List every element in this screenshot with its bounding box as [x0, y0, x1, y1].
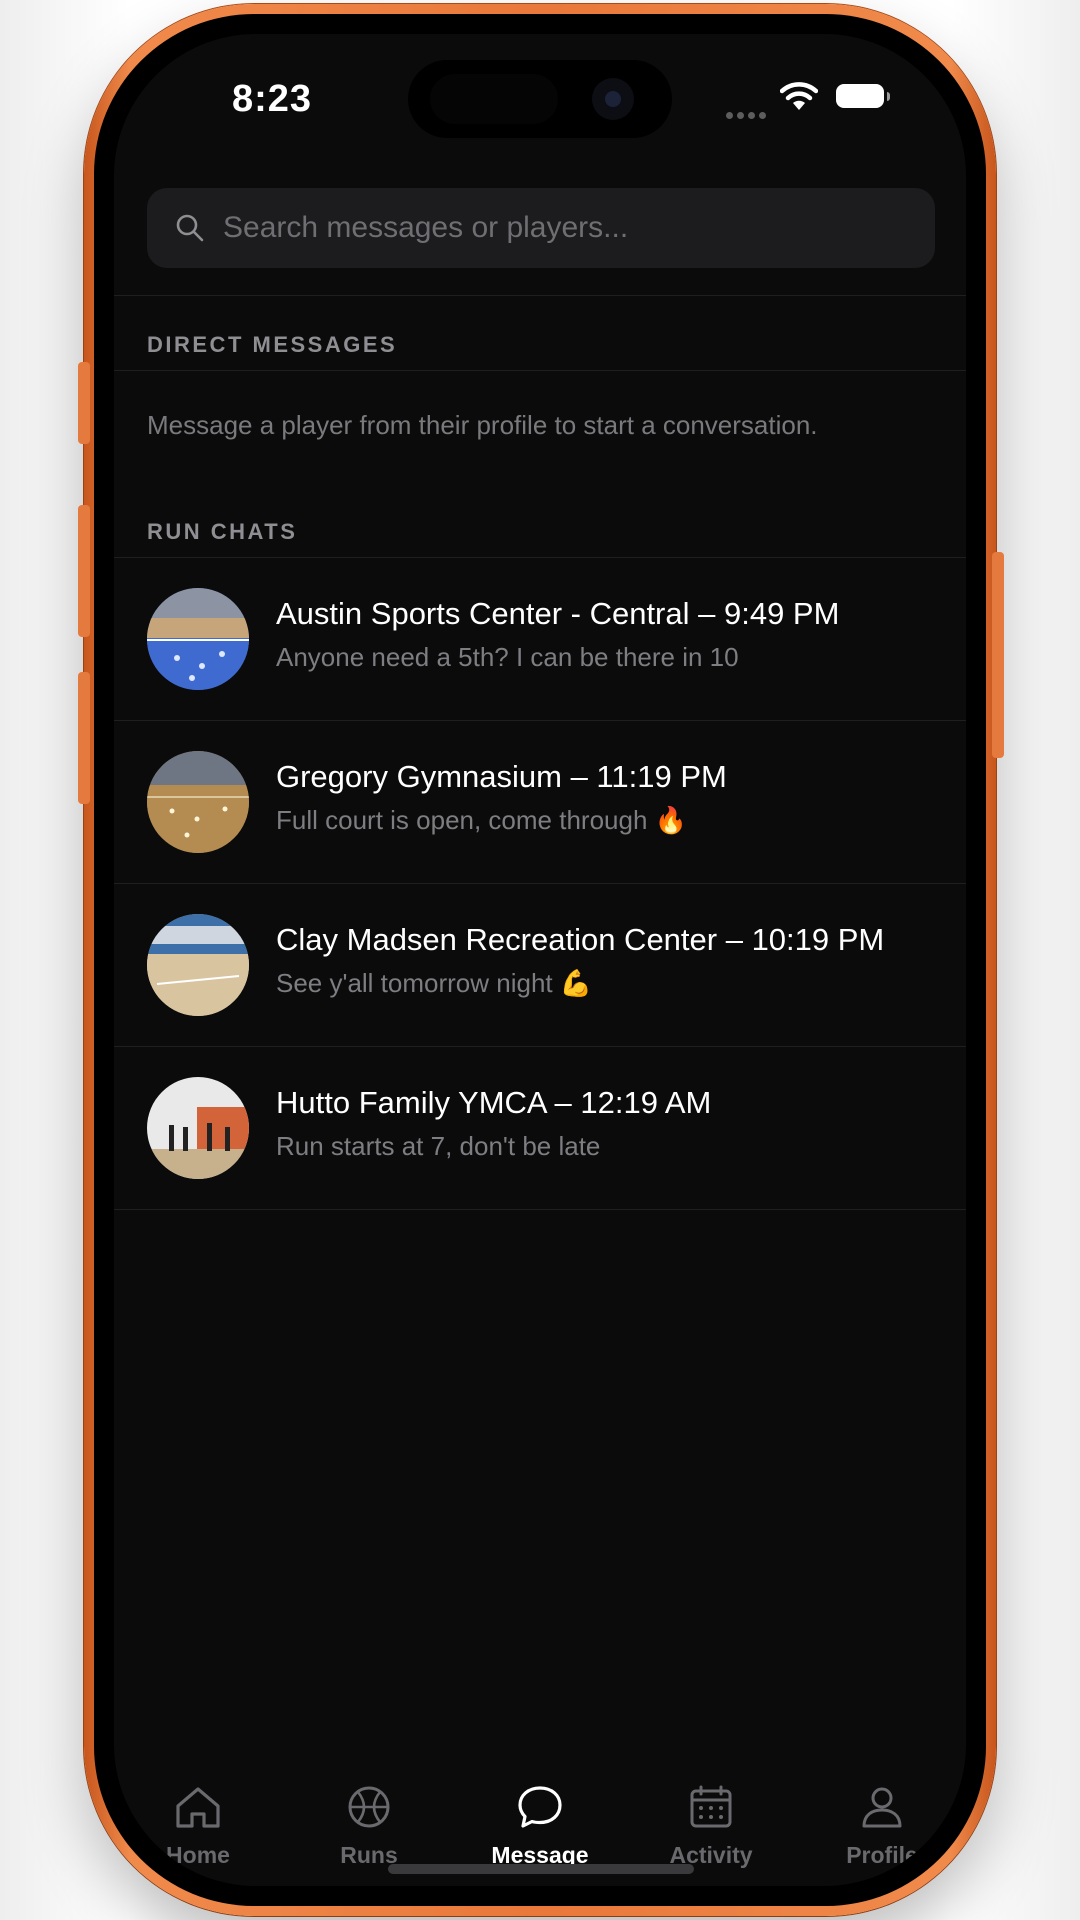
tab-runs[interactable]: Runs — [299, 1784, 439, 1869]
camera-icon — [592, 78, 634, 120]
dynamic-island — [408, 60, 672, 138]
run-chat-title: Clay Madsen Recreation Center – 10:19 PM — [276, 922, 885, 957]
run-chat-row[interactable]: Austin Sports Center - Central – 9:49 PM… — [114, 558, 966, 720]
basketball-icon — [348, 1786, 390, 1828]
tab-activity[interactable]: Activity — [641, 1784, 781, 1869]
power-button — [992, 552, 1004, 758]
court-thumbnail — [147, 588, 249, 690]
tab-home[interactable]: Home — [128, 1784, 268, 1869]
direct-messages-heading: DIRECT MESSAGES — [147, 332, 398, 357]
tab-message[interactable]: Message — [470, 1784, 610, 1869]
message-icon — [518, 1786, 562, 1828]
status-time: 8:23 — [232, 78, 313, 120]
divider — [114, 295, 966, 296]
run-chat-preview: Anyone need a 5th? I can be there in 10 — [276, 642, 739, 672]
run-chat-row[interactable]: Gregory Gymnasium – 11:19 PM Full court … — [114, 721, 966, 883]
volume-down-button — [78, 672, 90, 804]
run-chat-preview: Run starts at 7, don't be late — [276, 1131, 601, 1161]
search-icon — [176, 214, 204, 242]
calendar-icon — [690, 1785, 732, 1828]
wifi-icon — [780, 82, 818, 110]
court-thumbnail — [147, 914, 249, 1016]
court-thumbnail — [147, 751, 249, 853]
volume-up-button — [78, 505, 90, 637]
run-chat-title: Hutto Family YMCA – 12:19 AM — [276, 1085, 712, 1120]
home-indicator[interactable] — [388, 1864, 694, 1874]
run-chats-heading: RUN CHATS — [147, 519, 298, 544]
tab-profile[interactable]: Profile — [812, 1784, 952, 1869]
search-bar[interactable] — [147, 188, 935, 268]
tab-label: Home — [166, 1842, 230, 1868]
screen: 8:23 DIRECT MESSAGES Message a player fr… — [114, 34, 966, 1886]
search-input[interactable] — [221, 210, 935, 246]
run-chat-preview: Full court is open, come through 🔥 — [276, 805, 688, 835]
divider — [114, 1209, 966, 1210]
run-chat-title: Gregory Gymnasium – 11:19 PM — [276, 759, 727, 794]
home-icon — [176, 1787, 220, 1828]
run-chat-preview: See y'all tomorrow night 💪 — [276, 968, 593, 998]
action-button — [78, 362, 90, 444]
direct-messages-empty-text: Message a player from their profile to s… — [147, 410, 818, 440]
divider — [114, 370, 966, 371]
court-thumbnail — [147, 1077, 249, 1179]
battery-icon — [836, 84, 890, 108]
tab-label: Profile — [846, 1842, 918, 1868]
run-chat-row[interactable]: Hutto Family YMCA – 12:19 AM Run starts … — [114, 1047, 966, 1209]
run-chat-row[interactable]: Clay Madsen Recreation Center – 10:19 PM… — [114, 884, 966, 1046]
cellular-signal-icon — [726, 106, 770, 124]
run-chat-title: Austin Sports Center - Central – 9:49 PM — [276, 596, 840, 631]
person-icon — [862, 1787, 902, 1828]
